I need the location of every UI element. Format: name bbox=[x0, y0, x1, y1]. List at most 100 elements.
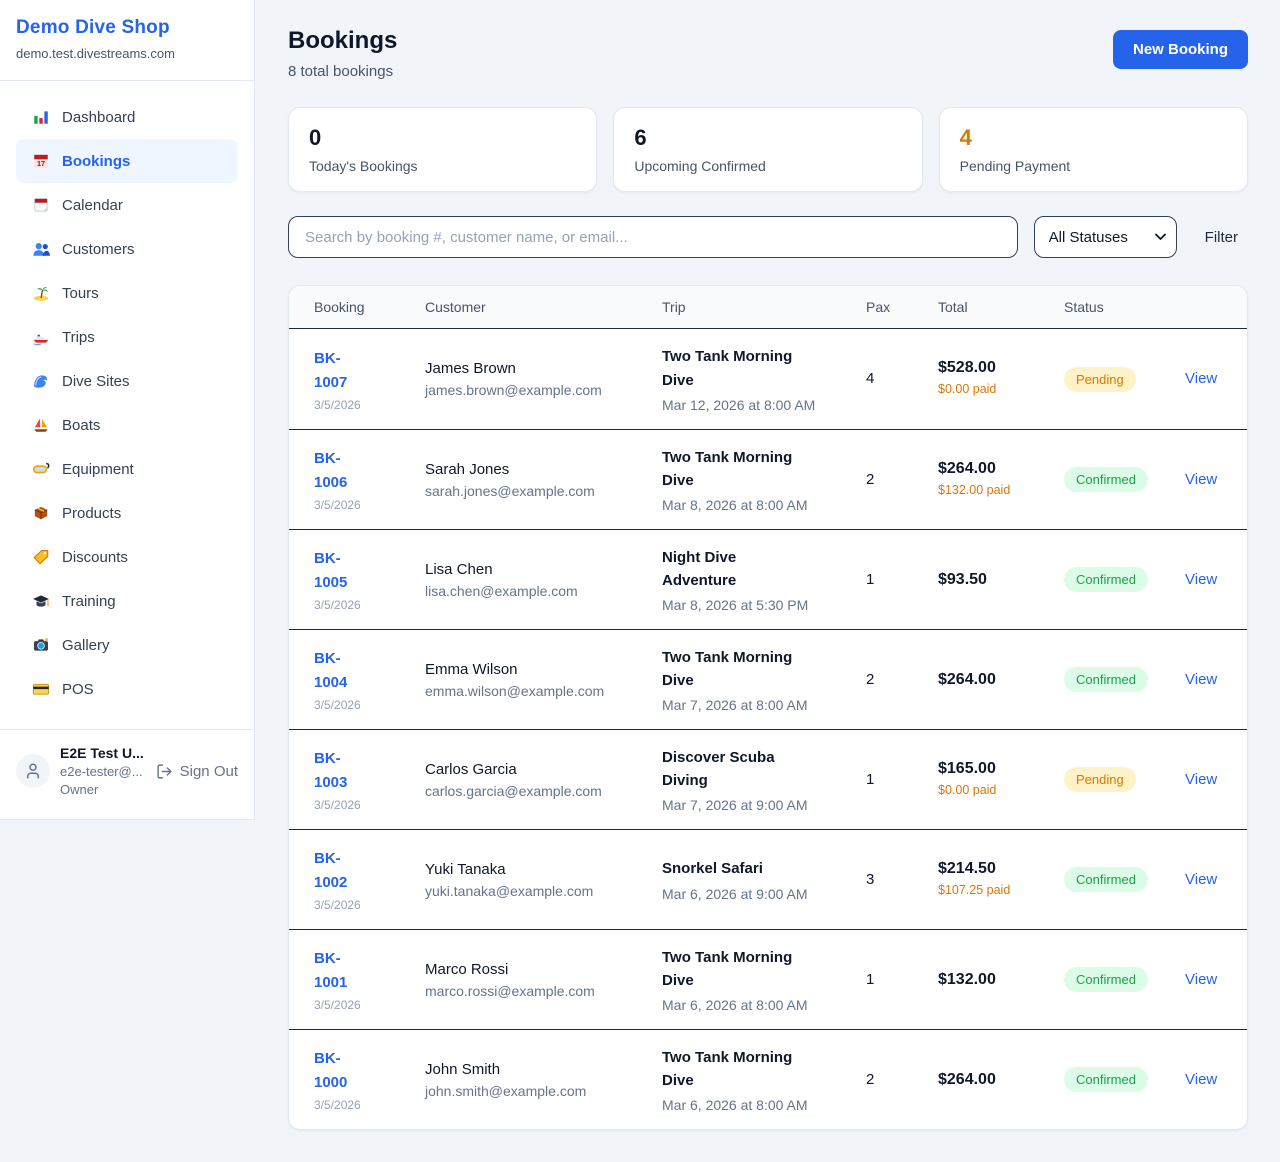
filter-button[interactable]: Filter bbox=[1195, 229, 1248, 246]
customer-name: Marco Rossi bbox=[425, 961, 662, 978]
stat-value: 4 bbox=[960, 125, 1227, 151]
trip-name: Two Tank Morning Dive bbox=[662, 446, 807, 493]
sidebar-item-boats[interactable]: Boats bbox=[16, 403, 238, 447]
booking-id-link[interactable]: BK-1001 bbox=[314, 947, 366, 995]
stat-value: 6 bbox=[634, 125, 901, 151]
column-header-booking: Booking bbox=[314, 299, 425, 315]
table-header-row: Booking Customer Trip Pax Total Status bbox=[289, 286, 1247, 329]
cell-status: Confirmed bbox=[1064, 967, 1185, 992]
total-amount: $214.50 bbox=[938, 860, 1064, 878]
trip-name: Discover Scuba Diving bbox=[662, 746, 807, 793]
cell-pax: 1 bbox=[866, 771, 938, 789]
status-badge: Confirmed bbox=[1064, 567, 1148, 592]
total-amount: $264.00 bbox=[938, 1071, 1064, 1089]
trip-datetime: Mar 6, 2026 at 8:00 AM bbox=[662, 1097, 866, 1113]
sidebar-item-training[interactable]: Training bbox=[16, 579, 238, 623]
view-link[interactable]: View bbox=[1185, 771, 1217, 788]
trip-name: Two Tank Morning Dive bbox=[662, 946, 807, 993]
booking-date: 3/5/2026 bbox=[314, 398, 425, 412]
tag-icon bbox=[32, 548, 50, 566]
sidebar-item-calendar[interactable]: Calendar bbox=[16, 183, 238, 227]
cell-total: $264.00 bbox=[938, 671, 1064, 689]
cell-customer: Emma Wilson emma.wilson@example.com bbox=[425, 661, 662, 699]
cell-actions: View bbox=[1185, 971, 1222, 989]
booking-id-link[interactable]: BK-1004 bbox=[314, 647, 366, 695]
cell-pax: 3 bbox=[866, 871, 938, 889]
customer-name: John Smith bbox=[425, 1061, 662, 1078]
booking-id-link[interactable]: BK-1000 bbox=[314, 1047, 366, 1095]
view-link[interactable]: View bbox=[1185, 471, 1217, 488]
sidebar-item-customers[interactable]: Customers bbox=[16, 227, 238, 271]
cell-actions: View bbox=[1185, 1071, 1222, 1089]
package-icon bbox=[32, 504, 50, 522]
sign-out-label: Sign Out bbox=[180, 763, 238, 780]
sidebar-item-tours[interactable]: Tours bbox=[16, 271, 238, 315]
sidebar-item-discounts[interactable]: Discounts bbox=[16, 535, 238, 579]
booking-date: 3/5/2026 bbox=[314, 798, 425, 812]
cell-total: $165.00 $0.00 paid bbox=[938, 760, 1064, 800]
cell-booking: BK-1000 3/5/2026 bbox=[314, 1047, 425, 1112]
status-filter-select[interactable]: All Statuses bbox=[1034, 216, 1177, 258]
view-link[interactable]: View bbox=[1185, 571, 1217, 588]
customer-name: Carlos Garcia bbox=[425, 761, 662, 778]
pax-value: 2 bbox=[866, 471, 874, 488]
table-body: BK-1007 3/5/2026 James Brown james.brown… bbox=[289, 329, 1247, 1129]
sidebar-item-bookings[interactable]: 17 Bookings bbox=[16, 139, 238, 183]
view-link[interactable]: View bbox=[1185, 871, 1217, 888]
sailboat-icon bbox=[32, 416, 50, 434]
cell-status: Pending bbox=[1064, 767, 1185, 792]
trip-name: Two Tank Morning Dive bbox=[662, 345, 807, 392]
cell-actions: View bbox=[1185, 571, 1222, 589]
view-link[interactable]: View bbox=[1185, 370, 1217, 387]
booking-id-link[interactable]: BK-1002 bbox=[314, 847, 366, 895]
view-link[interactable]: View bbox=[1185, 1071, 1217, 1088]
booking-id-link[interactable]: BK-1007 bbox=[314, 347, 366, 395]
cell-pax: 2 bbox=[866, 471, 938, 489]
sidebar-item-products[interactable]: Products bbox=[16, 491, 238, 535]
stat-label: Today's Bookings bbox=[309, 158, 576, 174]
user-name: E2E Test U... bbox=[60, 745, 146, 761]
table-row: BK-1001 3/5/2026 Marco Rossi marco.rossi… bbox=[289, 929, 1247, 1029]
cell-actions: View bbox=[1185, 771, 1222, 789]
booking-date: 3/5/2026 bbox=[314, 1098, 425, 1112]
shop-name: Demo Dive Shop bbox=[16, 17, 238, 39]
sidebar-item-dive-sites[interactable]: Dive Sites bbox=[16, 359, 238, 403]
cell-pax: 1 bbox=[866, 971, 938, 989]
sidebar-item-gallery[interactable]: Gallery bbox=[16, 623, 238, 667]
island-icon bbox=[32, 284, 50, 302]
page-header: Bookings 8 total bookings New Booking bbox=[288, 27, 1248, 80]
page-title-block: Bookings 8 total bookings bbox=[288, 27, 397, 80]
trip-name: Night Dive Adventure bbox=[662, 546, 807, 593]
booking-id-link[interactable]: BK-1005 bbox=[314, 547, 366, 595]
sidebar-item-dashboard[interactable]: Dashboard bbox=[16, 95, 238, 139]
view-link[interactable]: View bbox=[1185, 971, 1217, 988]
booking-id-link[interactable]: BK-1006 bbox=[314, 447, 366, 495]
stat-card: 0 Today's Bookings bbox=[288, 107, 597, 192]
trip-name: Two Tank Morning Dive bbox=[662, 646, 807, 693]
booking-id-link[interactable]: BK-1003 bbox=[314, 747, 366, 795]
sign-out-icon bbox=[156, 763, 173, 780]
cell-booking: BK-1002 3/5/2026 bbox=[314, 847, 425, 912]
wave-icon bbox=[32, 372, 50, 390]
sidebar-item-pos[interactable]: POS bbox=[16, 667, 238, 711]
search-input[interactable] bbox=[288, 216, 1018, 258]
cell-trip: Two Tank Morning Dive Mar 12, 2026 at 8:… bbox=[662, 345, 866, 413]
pax-value: 1 bbox=[866, 971, 874, 988]
new-booking-button[interactable]: New Booking bbox=[1113, 30, 1248, 69]
cell-booking: BK-1006 3/5/2026 bbox=[314, 447, 425, 512]
sign-out-button[interactable]: Sign Out bbox=[156, 763, 238, 780]
table-row: BK-1006 3/5/2026 Sarah Jones sarah.jones… bbox=[289, 429, 1247, 529]
sidebar-item-equipment[interactable]: Equipment bbox=[16, 447, 238, 491]
cell-trip: Discover Scuba Diving Mar 7, 2026 at 9:0… bbox=[662, 746, 866, 814]
sidebar-item-trips[interactable]: Trips bbox=[16, 315, 238, 359]
svg-text:17: 17 bbox=[37, 159, 45, 168]
cell-booking: BK-1001 3/5/2026 bbox=[314, 947, 425, 1012]
cell-actions: View bbox=[1185, 871, 1222, 889]
table-row: BK-1000 3/5/2026 John Smith john.smith@e… bbox=[289, 1029, 1247, 1129]
cell-trip: Two Tank Morning Dive Mar 8, 2026 at 8:0… bbox=[662, 446, 866, 514]
column-header-total: Total bbox=[938, 299, 1064, 315]
pax-value: 1 bbox=[866, 771, 874, 788]
customer-email: james.brown@example.com bbox=[425, 382, 662, 398]
customer-email: lisa.chen@example.com bbox=[425, 583, 662, 599]
view-link[interactable]: View bbox=[1185, 671, 1217, 688]
